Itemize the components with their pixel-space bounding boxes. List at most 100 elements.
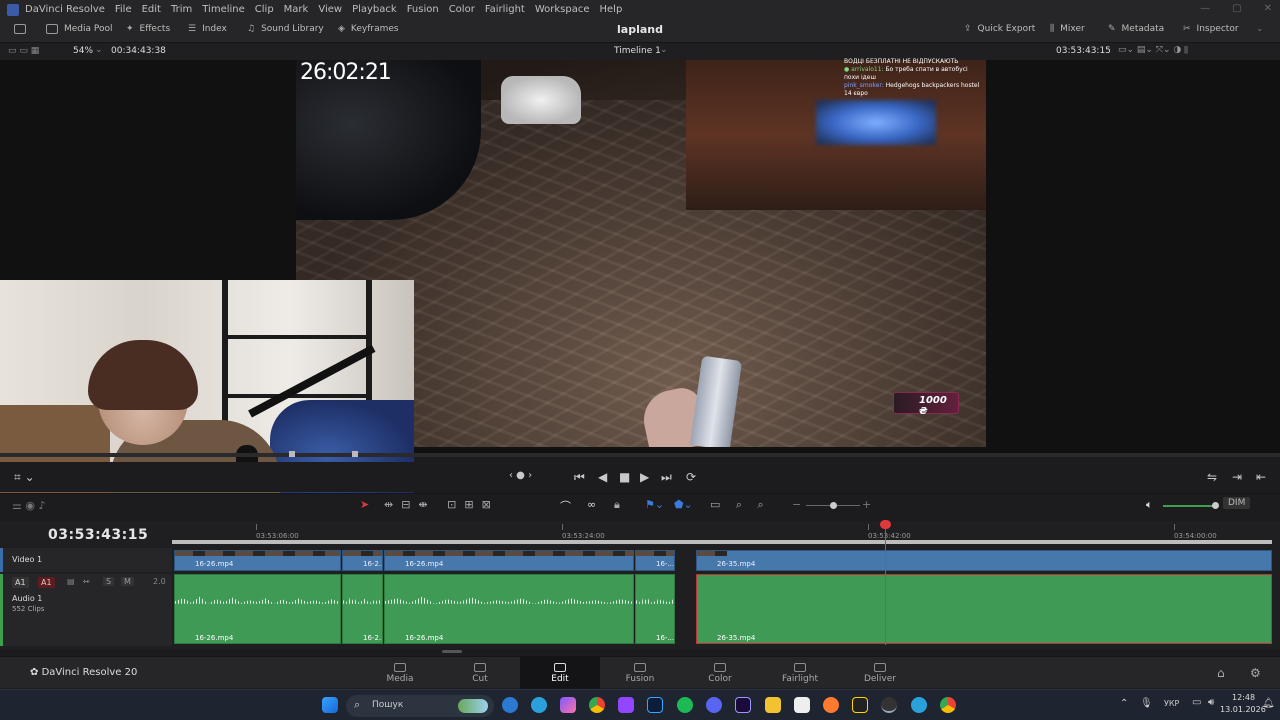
lock-track-icon[interactable]: ▤ — [67, 577, 75, 586]
zoom-in-icon[interactable]: + — [862, 498, 871, 511]
viewer[interactable] — [0, 60, 1280, 513]
go-to-start-icon[interactable]: ⏮ — [574, 470, 585, 485]
video-clip[interactable]: 16-2... — [342, 550, 383, 571]
premiere-icon[interactable] — [735, 697, 751, 713]
audio-destination-id[interactable]: A1 — [38, 577, 55, 588]
expand-icon[interactable]: ⌄ — [1256, 24, 1264, 34]
menu-timeline[interactable]: Timeline — [202, 4, 245, 15]
zoom-level[interactable]: 54% — [73, 46, 93, 56]
timeline-selector[interactable]: Timeline 1 — [614, 46, 661, 56]
timeline-scrollbar[interactable] — [442, 650, 462, 653]
maximize-icon[interactable]: ▢ — [1232, 3, 1241, 14]
viewer-scrubber[interactable] — [0, 451, 1280, 457]
notification-icon[interactable]: 🔔︎ — [1262, 698, 1275, 709]
audio-track-id[interactable]: A1 — [12, 577, 29, 588]
tab-deliver[interactable]: Deliver — [840, 657, 920, 689]
audio-clip[interactable]: 26-35.mp4 — [696, 574, 1272, 644]
play-icon[interactable]: ▶ — [640, 470, 649, 484]
menu-edit[interactable]: Edit — [142, 4, 161, 15]
taskbar-search[interactable]: ⌕ Пошук — [346, 695, 494, 717]
minimize-icon[interactable]: — — [1200, 3, 1210, 14]
tab-color[interactable]: Color — [680, 657, 760, 689]
close-icon[interactable]: ✕ — [1264, 3, 1272, 14]
solo-button[interactable]: S — [103, 577, 115, 586]
menu-trim[interactable]: Trim — [171, 4, 192, 15]
photoshop-icon[interactable] — [647, 697, 663, 713]
menu-fairlight[interactable]: Fairlight — [485, 4, 525, 15]
video-clip[interactable]: 16-26.mp4 — [384, 550, 634, 571]
video-clip[interactable]: 16-26.mp4 — [174, 550, 341, 571]
playhead[interactable] — [885, 521, 886, 645]
edge-icon[interactable] — [502, 697, 518, 713]
zoom-tools-icons[interactable]: ▭ ⌕ ⌕ — [710, 498, 770, 512]
layout-icon[interactable]: ▭ ▭ ▦ — [8, 46, 39, 56]
audio-clip[interactable]: 16-2... — [342, 574, 383, 644]
volume-slider[interactable] — [1163, 505, 1215, 507]
media-pool-button[interactable]: Media Pool — [46, 24, 113, 34]
discord-icon[interactable] — [706, 697, 722, 713]
metadata-button[interactable]: ✎ Metadata — [1108, 24, 1164, 34]
linked-selection-icon[interactable]: ∞ — [587, 498, 596, 511]
inspector-button[interactable]: ✂ Inspector — [1183, 24, 1239, 34]
chrome-alt-icon[interactable] — [940, 697, 956, 713]
menu-mark[interactable]: Mark — [284, 4, 309, 15]
effects-button[interactable]: ✦ Effects — [126, 24, 170, 34]
sound-library-button[interactable]: ♫ Sound Library — [247, 24, 324, 34]
snapping-icon[interactable]: ⌒ — [560, 498, 571, 514]
jog-icon[interactable]: ‹ ● › — [509, 470, 532, 481]
file-explorer-icon[interactable] — [765, 697, 781, 713]
selection-tool-icon[interactable]: ➤ — [360, 498, 369, 511]
microphone-icon[interactable]: 🎙︎ — [1140, 698, 1153, 709]
viewer-mode-icon[interactable]: ⌗ ⌄ — [14, 470, 35, 485]
quick-export-button[interactable]: ⇪ Quick Export — [964, 24, 1035, 34]
clock-time[interactable]: 12:48 — [1232, 693, 1255, 702]
volume-icon[interactable]: 🔊︎ — [1208, 697, 1214, 708]
zoom-slider-handle[interactable] — [830, 502, 837, 509]
telegram-icon[interactable] — [531, 697, 547, 713]
stop-icon[interactable]: ■ — [619, 470, 630, 484]
telegram-alt-icon[interactable] — [911, 697, 927, 713]
in-marker[interactable] — [289, 451, 295, 457]
audio-clip[interactable]: 16-26.mp4 — [174, 574, 341, 644]
out-marker[interactable] — [352, 451, 358, 457]
home-icon[interactable]: ⌂ — [1217, 666, 1225, 680]
lock-icon[interactable]: 🔒︎ — [614, 498, 620, 512]
marker-icon[interactable]: ⬟⌄ — [674, 498, 693, 511]
next-edit-icon[interactable]: ⇥ — [1232, 470, 1242, 484]
playhead-handle[interactable] — [880, 520, 891, 529]
play-reverse-icon[interactable]: ◀ — [598, 470, 607, 484]
menu-workspace[interactable]: Workspace — [535, 4, 590, 15]
video-clip[interactable]: 16-... — [635, 550, 675, 571]
menu-playback[interactable]: Playback — [352, 4, 397, 15]
tab-edit[interactable]: Edit — [520, 657, 600, 689]
spotify-icon[interactable] — [677, 697, 693, 713]
audio-clip[interactable]: 16-26.mp4 — [384, 574, 634, 644]
panel-toggle-icon[interactable] — [14, 24, 26, 34]
timeline-options-icon[interactable]: ⚌ ◉ ♪ — [12, 499, 45, 512]
volume-handle[interactable] — [1212, 502, 1219, 509]
audio-track-header[interactable]: A1 A1 ▤ ⇿ S M 2.0 Audio 1 552 Clips — [0, 574, 172, 646]
app-icon[interactable] — [852, 697, 868, 713]
menu-view[interactable]: View — [318, 4, 342, 15]
zoom-dropdown-icon[interactable]: ⌄ — [95, 45, 103, 55]
clock-date[interactable]: 13.01.2026 — [1220, 705, 1266, 714]
flag-icon[interactable]: ⚑⌄ — [645, 498, 664, 511]
mixer-button[interactable]: ⫼ Mixer — [1050, 24, 1085, 34]
menu-fusion[interactable]: Fusion — [407, 4, 439, 15]
settings-gear-icon[interactable]: ⚙ — [1250, 666, 1261, 680]
match-frame-icon[interactable]: ⇋ — [1207, 470, 1217, 484]
davinci-taskbar-icon[interactable] — [881, 697, 897, 713]
menu-clip[interactable]: Clip — [255, 4, 274, 15]
prev-edit-icon[interactable]: ⇤ — [1256, 470, 1266, 484]
menu-color[interactable]: Color — [449, 4, 475, 15]
timeline-dropdown-icon[interactable]: ⌄ — [660, 45, 668, 55]
mute-button[interactable]: M — [121, 577, 134, 586]
menu-help[interactable]: Help — [600, 4, 623, 15]
firefox-icon[interactable] — [823, 697, 839, 713]
viewer-options-icon[interactable]: ▭⌄ ▤⌄ ⤧⌄ ◑ ⫴ — [1118, 45, 1188, 55]
video-clip[interactable]: 26-35.mp4 — [696, 550, 1272, 571]
go-to-end-icon[interactable]: ⏭ — [661, 470, 672, 485]
twitch-icon[interactable] — [618, 697, 634, 713]
start-icon[interactable] — [322, 697, 338, 713]
loop-icon[interactable]: ⟳ — [686, 470, 696, 484]
